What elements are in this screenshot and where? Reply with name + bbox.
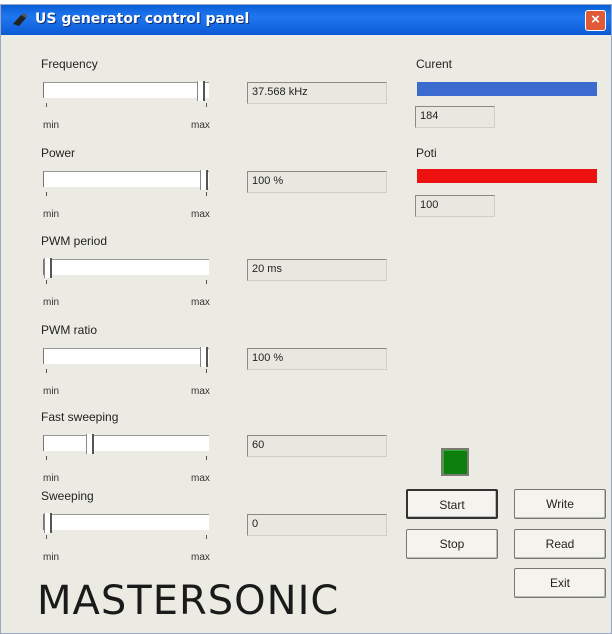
- slider-value-field: 0: [247, 514, 387, 536]
- slider-value-field: 60: [247, 435, 387, 457]
- slider-label: Sweeping: [41, 489, 94, 503]
- slider-thumb[interactable]: [200, 170, 208, 190]
- slider-label: PWM period: [41, 234, 108, 248]
- slider-max-label: max: [191, 209, 210, 220]
- slider-tick-mark: [206, 280, 207, 284]
- slider-tick-mark: [206, 535, 207, 539]
- slider-thumb[interactable]: [44, 513, 52, 533]
- slider-min-label: min: [43, 473, 60, 484]
- slider-value-field: 100 %: [247, 348, 387, 370]
- slider-value-field: 37.568 kHz: [247, 82, 387, 104]
- title-bar[interactable]: US generator control panel ×: [1, 5, 611, 35]
- control-panel-window: US generator control panel × Frequency mi…: [0, 4, 612, 634]
- slider-track[interactable]: [43, 81, 209, 107]
- slider-thumb[interactable]: [86, 434, 94, 454]
- slider-min-label: min: [43, 297, 60, 308]
- app-icon: [13, 13, 27, 26]
- current-value-field: 184: [415, 106, 495, 128]
- slider-tick-mark: [46, 103, 47, 107]
- slider-max-label: max: [191, 473, 210, 484]
- slider-tick-mark: [206, 192, 207, 196]
- mastersonic-logo: MASTERSONIC: [37, 578, 339, 624]
- slider-label: Fast sweeping: [41, 410, 119, 424]
- status-indicator-led: [441, 448, 469, 476]
- slider-label: Power: [41, 146, 76, 160]
- close-icon: ×: [591, 11, 600, 28]
- close-button[interactable]: ×: [585, 10, 606, 31]
- slider-thumb[interactable]: [44, 258, 52, 278]
- slider-tick-mark: [46, 280, 47, 284]
- stop-button[interactable]: Stop: [406, 529, 498, 559]
- slider-tick-mark: [206, 103, 207, 107]
- poti-meter-bar: [417, 169, 597, 183]
- slider-value-field: 100 %: [247, 171, 387, 193]
- slider-tick-mark: [206, 369, 207, 373]
- slider-min-label: min: [43, 209, 60, 220]
- current-meter-bar: [417, 82, 597, 96]
- slider-tick-mark: [46, 192, 47, 196]
- slider-label: PWM ratio: [41, 323, 98, 337]
- slider-thumb[interactable]: [200, 347, 208, 367]
- slider-value-field: 20 ms: [247, 259, 387, 281]
- slider-label: Frequency: [41, 57, 98, 71]
- read-button[interactable]: Read: [514, 529, 606, 559]
- slider-min-label: min: [43, 552, 60, 563]
- poti-value-field: 100: [415, 195, 495, 217]
- slider-track[interactable]: [43, 258, 209, 284]
- poti-label: Poti: [416, 146, 437, 160]
- logo-text: MASTERSONIC: [37, 578, 340, 624]
- slider-track[interactable]: [43, 434, 209, 460]
- write-button[interactable]: Write: [514, 489, 606, 519]
- exit-button[interactable]: Exit: [514, 568, 606, 598]
- slider-track[interactable]: [43, 170, 209, 196]
- window-title: US generator control panel: [35, 11, 250, 27]
- slider-track[interactable]: [43, 347, 209, 373]
- slider-min-label: min: [43, 120, 60, 131]
- slider-max-label: max: [191, 386, 210, 397]
- current-label: Curent: [416, 57, 453, 71]
- slider-max-label: max: [191, 297, 210, 308]
- slider-tick-mark: [206, 456, 207, 460]
- start-button[interactable]: Start: [406, 489, 498, 519]
- slider-tick-mark: [46, 535, 47, 539]
- slider-max-label: max: [191, 120, 210, 131]
- slider-max-label: max: [191, 552, 210, 563]
- slider-thumb[interactable]: [197, 81, 205, 101]
- slider-tick-mark: [46, 456, 47, 460]
- slider-min-label: min: [43, 386, 60, 397]
- slider-track[interactable]: [43, 513, 209, 539]
- slider-tick-mark: [46, 369, 47, 373]
